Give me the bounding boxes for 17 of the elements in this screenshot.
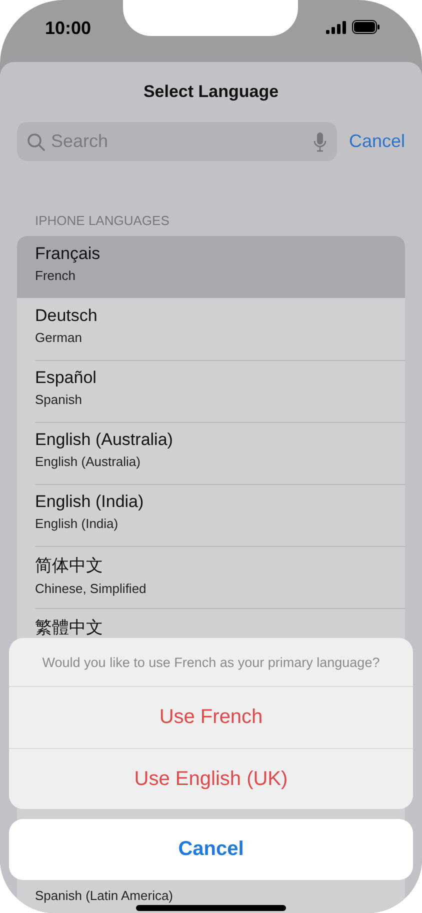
language-name: 繁體中文: [35, 617, 104, 639]
language-name: Español: [35, 368, 98, 388]
section-header: IPHONE LANGUAGES: [35, 213, 170, 228]
language-subtitle: German: [35, 330, 83, 345]
language-name: 简体中文: [35, 555, 104, 577]
language-subtitle: Spanish (Latin America): [35, 888, 174, 903]
language-name: Deutsch: [35, 306, 98, 326]
language-name: English (Australia): [35, 430, 174, 450]
language-subtitle: French: [35, 268, 76, 283]
language-subtitle: English (Australia): [35, 454, 142, 469]
language-name: Français: [35, 244, 102, 264]
language-subtitle: Spanish: [35, 392, 83, 407]
language-subtitle: Chinese, Simplified: [35, 581, 148, 596]
language-name: English (India): [35, 492, 145, 512]
sheet-title: Select Language: [143, 82, 279, 102]
status-time: 10:00: [45, 18, 92, 39]
language-subtitle: English (India): [35, 516, 120, 531]
